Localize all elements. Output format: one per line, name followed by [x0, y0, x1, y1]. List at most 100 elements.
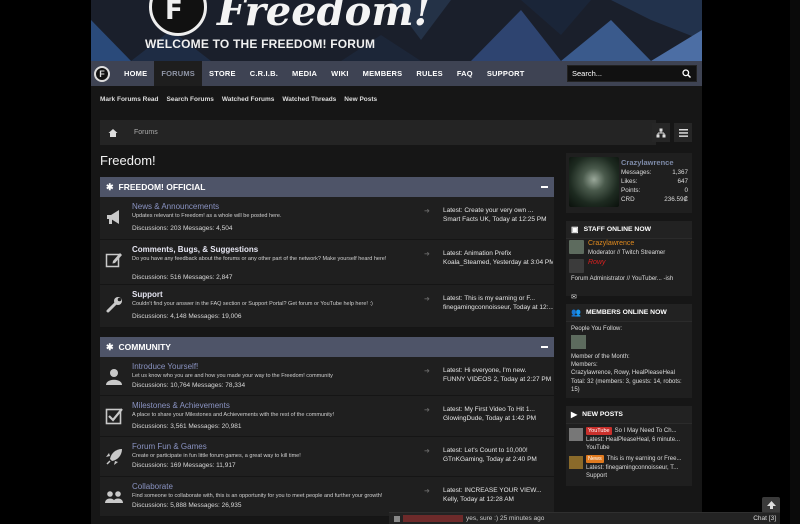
home-icon[interactable] [108, 128, 118, 138]
subnav-search-forums[interactable]: Search Forums [167, 96, 214, 103]
chat-button[interactable]: Chat [3] [753, 515, 776, 522]
sitemap-button[interactable] [652, 123, 670, 142]
envelope-icon[interactable]: ✉ [571, 294, 577, 301]
forum-title[interactable]: Support [132, 290, 163, 299]
forum-stats: Discussions: 516 Messages: 2,847 [132, 274, 233, 281]
subnav-mark-read[interactable]: Mark Forums Read [100, 96, 159, 103]
latest-author[interactable]: finegamingconnoisseur, Today at 12:... [443, 303, 553, 312]
logo-text[interactable]: Freedom! [217, 0, 431, 35]
new-posts-panel: ▶ NEW POSTS YouTube So I May Need To Ch..… [566, 406, 692, 486]
collapse-icon[interactable] [541, 346, 548, 348]
latest-author[interactable]: GlowingDude, Today at 1:42 PM [443, 414, 553, 423]
members-online-body: People You Follow: Member of the Month: … [566, 322, 692, 398]
nav-item-crib[interactable]: C.R.I.B. [243, 61, 285, 86]
user-icon [106, 369, 122, 385]
gear-icon: ✱ [106, 341, 114, 352]
staff-name[interactable]: Crazylawrence [588, 240, 634, 247]
latest-author[interactable]: Koala_Steamed, Yesterday at 3:04 PM [443, 258, 553, 267]
nav-logo-icon[interactable]: F [94, 65, 110, 82]
window-scrollbar[interactable] [790, 0, 800, 524]
new-post-item[interactable]: News This is my earning or Free... Latest… [569, 455, 689, 483]
forum-list-community: Introduce Yourself! Let us know who you … [100, 357, 554, 517]
avatar[interactable] [569, 259, 584, 273]
latest-thread[interactable]: Latest: My First Video To Hit 1... [443, 405, 553, 414]
latest-author[interactable]: GTnKGaming, Today at 2:40 PM [443, 455, 553, 464]
search-icon[interactable] [682, 69, 691, 78]
stat-value[interactable]: 1,367 [672, 169, 688, 176]
latest-arrow-icon[interactable]: ➜ [424, 250, 431, 258]
chat-bar[interactable]: yes, sure :) 25 minutes ago Chat [3] [389, 512, 780, 524]
latest-author[interactable]: Smart Facts UK, Today at 12:25 PM [443, 215, 553, 224]
latest-thread[interactable]: Latest: INCREASE YOUR VIEW... [443, 486, 553, 495]
avatar[interactable] [569, 240, 584, 254]
welcome-title: WELCOME TO THE FREEDOM! FORUM [145, 37, 376, 51]
latest-arrow-icon[interactable]: ➜ [424, 487, 431, 495]
nav-item-home[interactable]: HOME [117, 61, 154, 86]
scroll-top-button[interactable] [762, 497, 780, 513]
chat-username-redacted[interactable] [403, 515, 463, 522]
nav-item-rules[interactable]: RULES [409, 61, 449, 86]
nav-item-forums[interactable]: FORUMS [154, 61, 203, 86]
avatar[interactable] [569, 428, 583, 441]
profile-name[interactable]: Crazylawrence [621, 158, 674, 167]
forum-description: Let us know who you are and how you made… [132, 373, 333, 379]
stat-value[interactable]: 0 [684, 187, 688, 194]
latest-author[interactable]: FUNNY VIDEOS 2, Today at 2:27 PM [443, 375, 553, 384]
forum-title[interactable]: Comments, Bugs, & Suggestions [132, 245, 258, 254]
new-post-title[interactable]: This is my earning or Free... [607, 456, 682, 462]
new-post-item[interactable]: YouTube So I May Need To Ch... Latest: He… [569, 427, 689, 455]
new-post-latest[interactable]: Latest: finegamingconnoisseur, T... [586, 464, 678, 472]
latest-thread[interactable]: Latest: Let's Count to 10,000! [443, 446, 553, 455]
youtube-badge: YouTube [586, 427, 612, 435]
latest-author[interactable]: Kelly, Today at 12:28 AM [443, 495, 553, 504]
category-header-community[interactable]: ✱ COMMUNITY [100, 337, 554, 357]
nav-item-store[interactable]: STORE [202, 61, 243, 86]
forum-latest: Latest: Create your very own ... Smart F… [443, 206, 553, 224]
nav-item-faq[interactable]: FAQ [450, 61, 480, 86]
stat-value[interactable]: 647 [677, 178, 688, 185]
forum-title[interactable]: News & Announcements [132, 202, 219, 211]
stat-label: CRD [621, 196, 635, 203]
subnav-watched-forums[interactable]: Watched Forums [222, 96, 275, 103]
new-post-latest[interactable]: Latest: HealPleaseHeal, 6 minute... [586, 436, 680, 444]
forum-title[interactable]: Collaborate [132, 482, 173, 491]
nav-item-wiki[interactable]: WIKI [324, 61, 355, 86]
profile-credits: CRD 236.59₡ [621, 196, 688, 203]
new-post-title[interactable]: So I May Need To Ch... [615, 428, 677, 434]
forum-description: Create or participate in fun little foru… [132, 453, 301, 459]
avatar[interactable] [571, 335, 586, 349]
latest-arrow-icon[interactable]: ➜ [424, 406, 431, 414]
latest-thread[interactable]: Latest: Hi everyone, I'm new. [443, 366, 553, 375]
forum-title[interactable]: Forum Fun & Games [132, 442, 207, 451]
subnav-new-posts[interactable]: New Posts [344, 96, 377, 103]
visitor-panel: Crazylawrence Messages: 1,367 Likes: 647… [566, 153, 692, 213]
staff-role: Moderator // Twitch Streamer [588, 250, 666, 256]
latest-thread[interactable]: Latest: This is my earning or F... [443, 294, 553, 303]
latest-arrow-icon[interactable]: ➜ [424, 447, 431, 455]
subnav-watched-threads[interactable]: Watched Threads [282, 96, 336, 103]
forum-title[interactable]: Introduce Yourself! [132, 362, 198, 371]
latest-arrow-icon[interactable]: ➜ [424, 367, 431, 375]
nav-item-media[interactable]: MEDIA [285, 61, 324, 86]
latest-thread[interactable]: Latest: Animation Prefix [443, 249, 553, 258]
new-post-forum[interactable]: YouTube [586, 444, 610, 452]
forum-title[interactable]: Milestones & Achievements [132, 401, 230, 410]
search-input[interactable]: Search... [567, 65, 697, 82]
category-header-official[interactable]: ✱ FREEDOM! OFFICIAL [100, 177, 554, 197]
new-post-forum[interactable]: Support [586, 472, 607, 480]
avatar[interactable] [569, 456, 583, 469]
staff-name[interactable]: Rowy [588, 259, 606, 266]
latest-arrow-icon[interactable]: ➜ [424, 295, 431, 303]
members-list[interactable]: Crazylawrence, Rowy, HealPleaseHeal [571, 369, 687, 377]
collapse-icon[interactable] [541, 186, 548, 188]
nav-item-support[interactable]: SUPPORT [480, 61, 532, 86]
menu-button[interactable] [674, 123, 692, 142]
latest-thread[interactable]: Latest: Create your very own ... [443, 206, 553, 215]
new-posts-header: ▶ NEW POSTS [566, 406, 692, 424]
avatar[interactable] [569, 157, 619, 207]
breadcrumb-forums[interactable]: Forums [134, 129, 158, 136]
staff-role: Forum Administrator // YouTuber... -ish [571, 276, 674, 282]
latest-arrow-icon[interactable]: ➜ [424, 207, 431, 215]
forum-latest: Latest: My First Video To Hit 1... Glowi… [443, 405, 553, 423]
nav-item-members[interactable]: MEMBERS [356, 61, 410, 86]
